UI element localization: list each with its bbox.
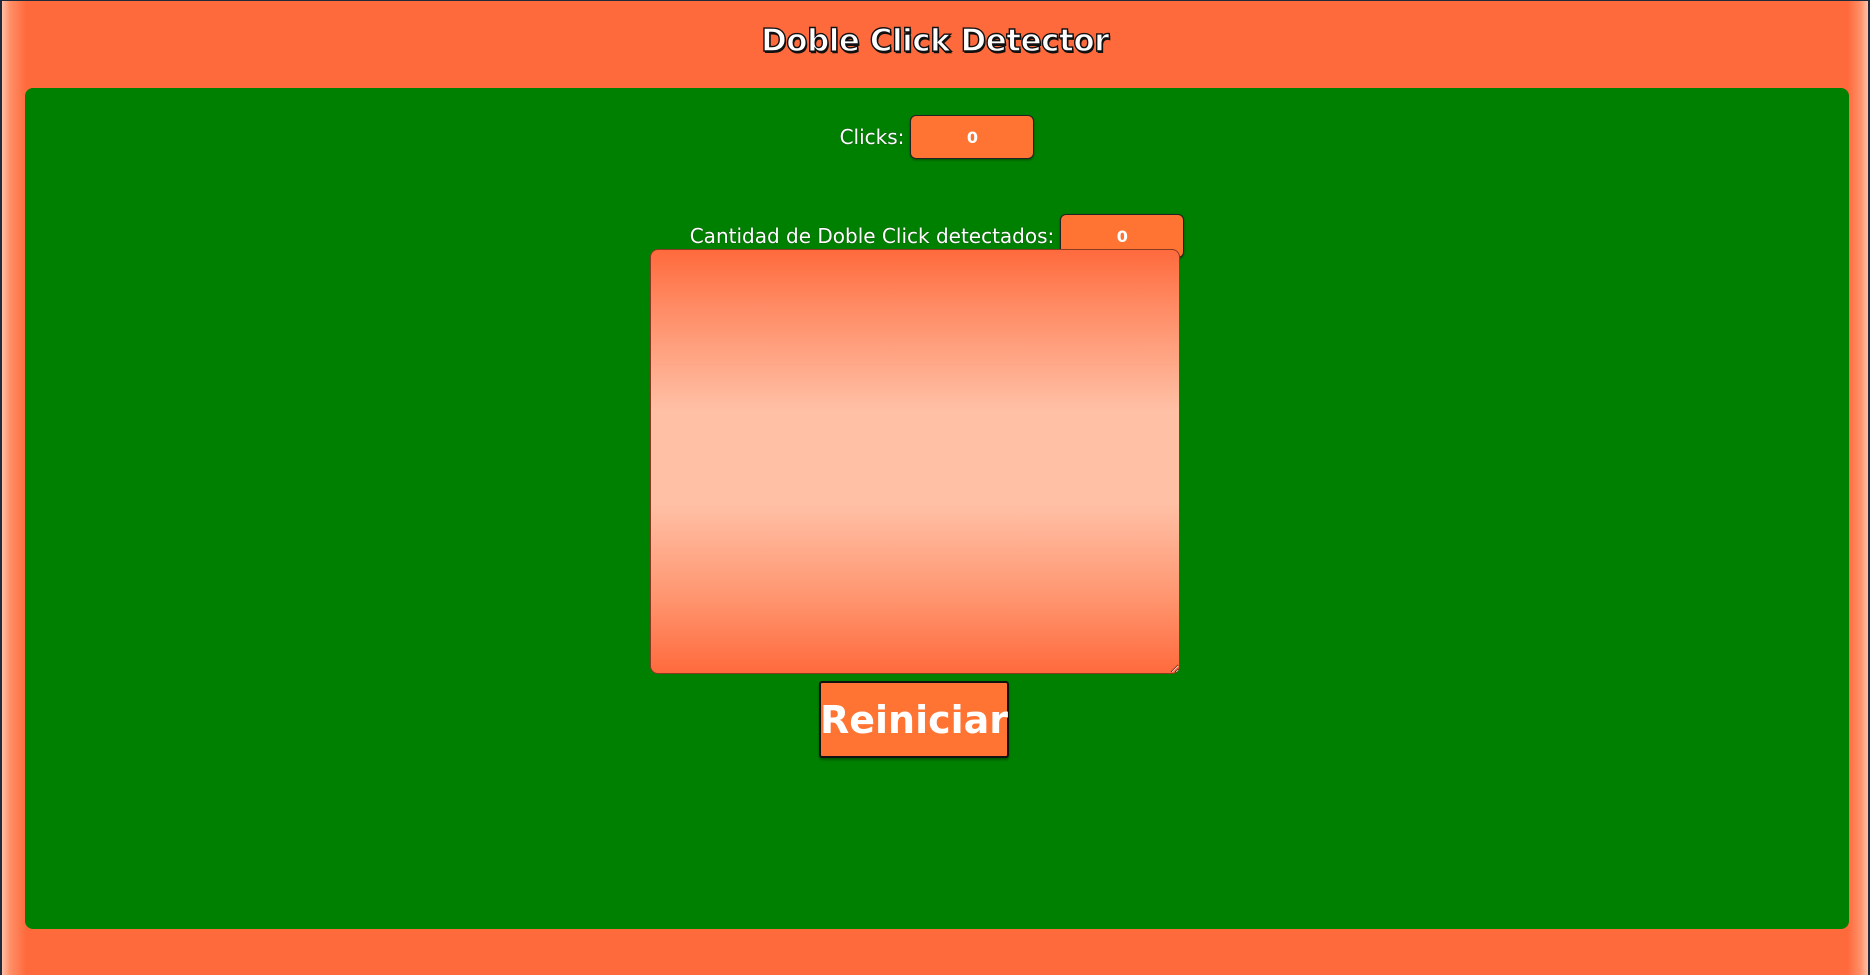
page-title: Doble Click Detector [760,22,1110,59]
reset-button[interactable]: Reiniciar [819,681,1009,758]
clicks-label: Clicks: [839,125,905,149]
clicks-row: Clicks: 0 [25,115,1849,159]
click-area[interactable] [650,249,1180,674]
double-clicks-label: Cantidad de Doble Click detectados: [689,224,1055,248]
clicks-counter: 0 [910,115,1035,159]
page-background: Doble Click Detector Clicks: 0 Cantidad … [2,1,1868,975]
footer-text-cutoff [2,965,1868,975]
